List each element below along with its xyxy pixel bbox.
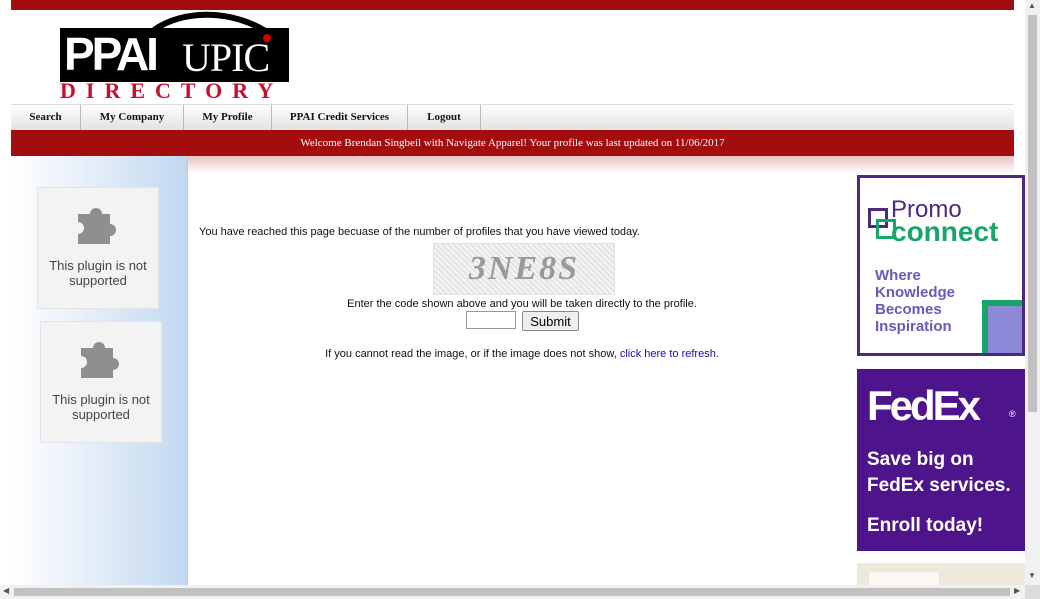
horizontal-scroll-thumb[interactable]	[14, 588, 1010, 596]
captcha-image: 3NE8S	[433, 243, 615, 295]
logo-upic-text: UPIC	[182, 35, 270, 80]
tagline-line: Knowledge	[875, 284, 956, 301]
nav-search[interactable]: Search	[11, 105, 81, 130]
fedex-line: Save big on	[867, 449, 974, 470]
submit-button[interactable]: Submit	[522, 311, 579, 331]
refresh-hint-suffix: .	[715, 348, 719, 360]
tagline-line: Inspiration	[875, 318, 952, 335]
scroll-right-arrow-icon[interactable]: ▶	[1014, 586, 1020, 595]
refresh-link[interactable]: click here to refresh	[620, 348, 716, 360]
lavender-block	[988, 306, 1022, 353]
vertical-scroll-thumb[interactable]	[1028, 15, 1037, 412]
logo-red-dot	[263, 34, 271, 42]
refresh-hint: If you cannot read the image, or if the …	[199, 348, 845, 360]
third-ad-partial[interactable]	[857, 563, 1025, 585]
ppai-upic-directory-logo[interactable]: PPAI UPIC DIRECTORY	[60, 8, 290, 102]
scroll-up-arrow-icon[interactable]: ▲	[1028, 1, 1036, 10]
promo-tagline: Where Knowledge Becomes Inspiration	[875, 267, 955, 335]
scroll-left-arrow-icon[interactable]: ◀	[3, 586, 9, 595]
puzzle-piece-icon	[78, 208, 116, 244]
ad-card-shape	[869, 572, 939, 585]
plugin-not-supported-text: This plugin is not supported	[49, 258, 147, 288]
logo-directory-text: DIRECTORY	[60, 78, 284, 103]
welcome-banner: Welcome Brendan Singbeil with Navigate A…	[11, 130, 1014, 156]
captcha-text: 3NE8S	[468, 250, 580, 287]
fedex-headline: Save big on FedEx services.	[867, 447, 1011, 499]
fedex-logo: FedEx	[867, 382, 981, 429]
fedex-cta: Enroll today!	[867, 515, 984, 536]
fedex-line: FedEx services.	[867, 475, 1011, 496]
logo-ppai-text: PPAI	[64, 28, 159, 80]
unsupported-plugin-box: This plugin is not supported	[37, 187, 159, 309]
scrollbar-corner	[1025, 585, 1040, 599]
promoconnect-ad[interactable]: Promo connect Where Knowledge Becomes In…	[857, 175, 1025, 356]
nav-my-company[interactable]: My Company	[81, 105, 184, 130]
plugin-not-supported-text: This plugin is not supported	[52, 392, 150, 422]
vertical-scrollbar[interactable]: ▲ ▼	[1025, 0, 1040, 585]
main-nav-bar: Search My Company My Profile PPAI Credit…	[11, 104, 1014, 130]
scroll-down-arrow-icon[interactable]: ▼	[1028, 571, 1036, 580]
unsupported-plugin-box: This plugin is not supported	[40, 321, 162, 443]
nav-logout[interactable]: Logout	[408, 105, 481, 130]
captcha-code-input[interactable]	[466, 311, 516, 329]
view-limit-message: You have reached this page becuase of th…	[199, 226, 640, 238]
nav-ppai-credit-services[interactable]: PPAI Credit Services	[272, 105, 408, 130]
fedex-ad[interactable]: FedEx ® Save big on FedEx services. Enro…	[857, 369, 1025, 551]
puzzle-piece-icon	[81, 342, 119, 378]
nav-my-profile[interactable]: My Profile	[184, 105, 272, 130]
horizontal-scrollbar[interactable]: ◀ ▶	[0, 585, 1025, 599]
connect-word: connect	[891, 216, 999, 247]
refresh-hint-text: If you cannot read the image, or if the …	[325, 348, 620, 360]
tagline-line: Where	[875, 267, 921, 284]
captcha-instruction: Enter the code shown above and you will …	[347, 298, 697, 310]
tagline-line: Becomes	[875, 301, 942, 318]
left-sidebar: This plugin is not supported This plugin…	[11, 156, 188, 586]
registered-mark: ®	[1009, 409, 1016, 419]
